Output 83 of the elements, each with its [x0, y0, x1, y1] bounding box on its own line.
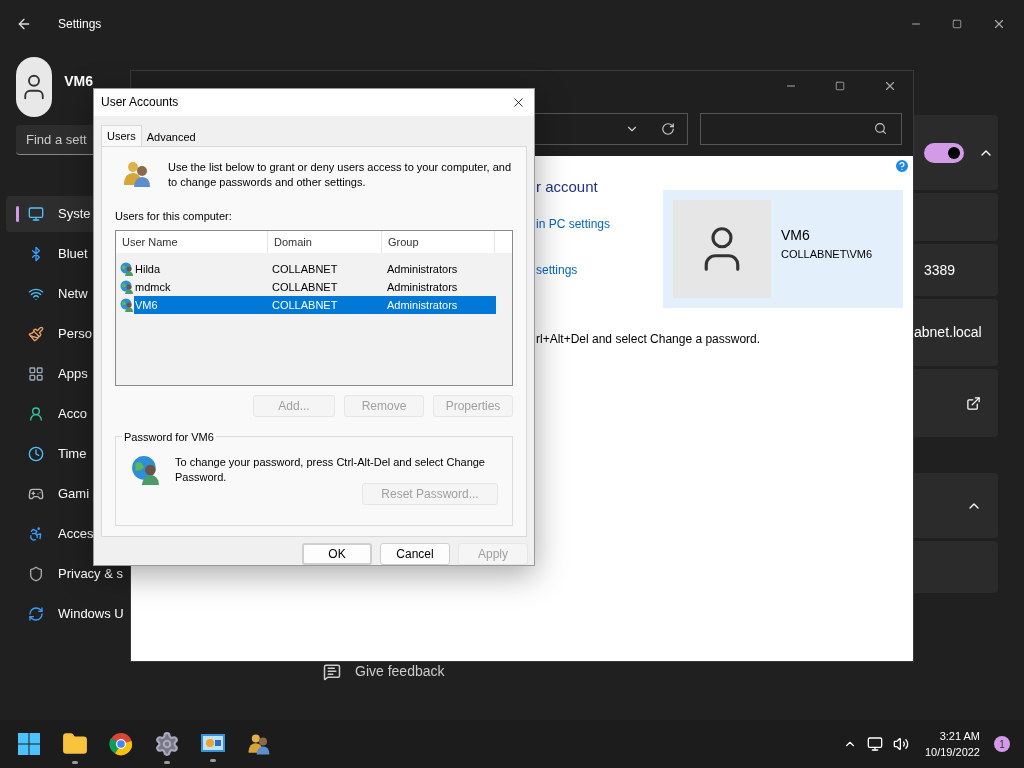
- dialog-title: User Accounts: [101, 94, 179, 112]
- setting-value: abnet.local: [914, 323, 982, 342]
- accessibility-icon: [28, 526, 44, 542]
- table-cell-text: Hilda: [134, 262, 162, 278]
- browser-icon[interactable]: [109, 732, 133, 756]
- table-cell-text: Administrators: [387, 298, 459, 314]
- gear-icon[interactable]: [154, 731, 180, 757]
- users-icon: [247, 732, 271, 756]
- feedback-icon: [323, 662, 341, 681]
- setting-value: 3389: [924, 260, 956, 280]
- nav-item[interactable]: Bluet: [6, 236, 90, 272]
- password-text: To change your password, press Ctrl-Alt-Del and select Change Password.: [175, 455, 486, 486]
- intro-text: Use the list below to grant or deny users access to your computer, and to change passwords and other settings.: [168, 159, 512, 190]
- table-cell-text: mdmck: [134, 280, 172, 296]
- search-field[interactable]: Find a sett: [16, 125, 93, 155]
- nav-item[interactable]: Netw: [6, 276, 90, 312]
- page-heading: r account: [536, 177, 599, 197]
- wifi-icon: [28, 286, 44, 302]
- back-icon[interactable]: [16, 16, 32, 32]
- profile-name: VM6: [64, 72, 93, 91]
- window-title: Settings: [58, 16, 102, 33]
- close-icon[interactable]: [992, 17, 1006, 31]
- table-cell-text: VM6: [134, 298, 159, 314]
- gamepad-icon: [28, 486, 44, 502]
- table-cell-text: COLLABNET: [272, 280, 339, 296]
- settings-link[interactable]: settings: [536, 260, 663, 279]
- selection-indicator: [16, 206, 19, 222]
- maximize-icon[interactable]: [835, 81, 845, 91]
- shield-icon: [28, 566, 44, 582]
- paintbrush-icon: [28, 326, 44, 342]
- user-row[interactable]: mdmck COLLABNET Administrators: [134, 278, 496, 297]
- search-field[interactable]: [700, 112, 902, 145]
- notification-badge[interactable]: 1: [994, 736, 1010, 752]
- table-cell-text: Administrators: [387, 280, 459, 296]
- table-cell-text: COLLABNET: [272, 298, 339, 314]
- user-globe-icon: [120, 280, 134, 295]
- control-panel-icon[interactable]: [200, 733, 226, 755]
- user-globe-icon: [120, 262, 134, 277]
- clock-icon: [28, 446, 44, 462]
- volume-icon[interactable]: [892, 736, 909, 752]
- update-icon: [28, 606, 44, 622]
- column-header[interactable]: User Name: [116, 231, 268, 254]
- refresh-icon[interactable]: [661, 121, 675, 136]
- network-icon[interactable]: [866, 736, 883, 752]
- user-account: COLLABNET\VM6: [781, 247, 873, 263]
- column-header[interactable]: Group: [382, 231, 495, 254]
- cancel-button[interactable]: Cancel: [380, 543, 450, 565]
- clock-date[interactable]: 10/19/2022: [924, 744, 980, 760]
- ok-button[interactable]: OK: [302, 543, 372, 565]
- nav-item[interactable]: Perso: [6, 316, 94, 352]
- nav-item[interactable]: Acco: [6, 396, 89, 432]
- user-row[interactable]: Hilda COLLABNET Administrators: [134, 260, 496, 279]
- feedback-link[interactable]: Give feedback: [355, 661, 445, 682]
- external-link-icon[interactable]: [966, 395, 981, 411]
- maximize-icon[interactable]: [952, 19, 962, 29]
- search-icon: [874, 122, 887, 135]
- person-icon: [28, 406, 44, 422]
- user-name: VM6: [781, 226, 811, 246]
- user-row[interactable]: VM6 COLLABNET Administrators: [134, 296, 496, 315]
- settings-link[interactable]: in PC settings: [536, 214, 663, 233]
- user-globe-icon: [120, 298, 134, 313]
- apps-icon: [28, 366, 44, 382]
- nav-item[interactable]: Time: [6, 436, 89, 472]
- nav-item[interactable]: Privacy & s: [6, 556, 125, 592]
- folder-icon[interactable]: [62, 731, 88, 757]
- nav-item[interactable]: Acces: [6, 516, 96, 552]
- nav-item[interactable]: Syste: [6, 196, 93, 232]
- close-icon[interactable]: [883, 79, 897, 93]
- password-note: rl+Alt+Del and select Change a password.: [536, 331, 762, 348]
- monitor-icon: [28, 206, 44, 222]
- list-label: Users for this computer:: [115, 208, 233, 224]
- tab[interactable]: Users: [101, 124, 142, 146]
- windows-logo-icon[interactable]: [17, 732, 41, 756]
- nav-item[interactable]: Gami: [6, 476, 92, 512]
- user-globe-icon: [131, 455, 161, 486]
- table-cell-text: Administrators: [387, 262, 459, 278]
- clock-time[interactable]: 3:21 AM: [939, 728, 980, 744]
- nav-item[interactable]: Apps: [6, 356, 90, 392]
- toggle-switch[interactable]: [924, 142, 964, 163]
- column-header[interactable]: Domain: [268, 231, 382, 254]
- help-icon[interactable]: [894, 158, 910, 174]
- table-cell-text: COLLABNET: [272, 262, 339, 278]
- nav-item[interactable]: Windows U: [6, 596, 126, 632]
